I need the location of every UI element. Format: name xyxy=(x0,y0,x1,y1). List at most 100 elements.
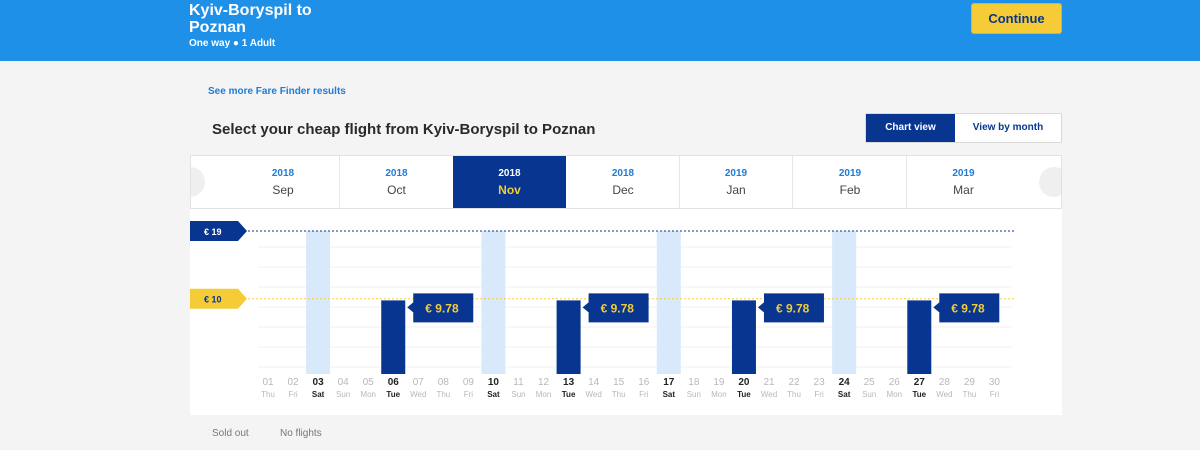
day-number: 26 xyxy=(889,377,901,388)
next-month-arrow[interactable] xyxy=(1039,167,1061,197)
day-number: 02 xyxy=(287,377,299,388)
day-weekday: Thu xyxy=(787,390,801,399)
price-tooltip-label: € 9.78 xyxy=(776,301,810,315)
max-price-label: € 19 xyxy=(204,227,222,237)
view-toggle: Chart view View by month xyxy=(865,113,1062,143)
month-tab-feb[interactable]: 2019 Feb xyxy=(794,156,907,208)
day-weekday: Sat xyxy=(487,390,500,399)
fare-bar xyxy=(907,300,932,374)
chart-view-button[interactable]: Chart view xyxy=(866,114,955,142)
month-name: Nov xyxy=(498,183,521,197)
fare-bar xyxy=(731,300,756,374)
avg-price-label: € 10 xyxy=(204,295,222,305)
month-selector: 2018 Sep 2018 Oct 2018 Nov 2018 Dec 2019… xyxy=(190,155,1062,209)
fare-bar xyxy=(381,300,406,374)
month-tab-sep[interactable]: 2018 Sep xyxy=(227,156,340,208)
day-number: 05 xyxy=(363,377,375,388)
day-number: 12 xyxy=(538,377,550,388)
day-number: 09 xyxy=(463,377,475,388)
day-number: 29 xyxy=(964,377,976,388)
month-year: 2018 xyxy=(611,168,635,179)
day-number: 28 xyxy=(939,377,951,388)
day-number: 15 xyxy=(613,377,625,388)
month-name: Dec xyxy=(612,183,634,197)
day-weekday: Sun xyxy=(511,390,525,399)
month-name: Mar xyxy=(953,183,974,197)
day-weekday: Sun xyxy=(687,390,701,399)
day-weekday: Mon xyxy=(886,390,902,399)
fare-bar xyxy=(556,300,581,374)
day-weekday: Mon xyxy=(360,390,376,399)
day-weekday: Fri xyxy=(464,390,474,399)
day-number: 23 xyxy=(814,377,826,388)
day-number: 19 xyxy=(713,377,725,388)
sold-out-bar xyxy=(306,231,331,374)
day-number: 22 xyxy=(788,377,800,388)
continue-button[interactable]: Continue xyxy=(971,3,1062,34)
fare-finder-link[interactable]: See more Fare Finder results xyxy=(208,86,346,97)
route-title: Kyiv-Boryspil to Poznan xyxy=(189,2,312,36)
day-weekday: Sun xyxy=(862,390,876,399)
day-weekday: Sat xyxy=(663,390,676,399)
day-weekday: Wed xyxy=(410,390,426,399)
day-weekday: Tue xyxy=(912,390,926,399)
previous-month-arrow[interactable] xyxy=(191,167,205,197)
page-title: Select your cheap flight from Kyiv-Borys… xyxy=(212,121,596,138)
month-name: Sep xyxy=(272,183,294,197)
day-number: 27 xyxy=(914,377,926,388)
day-weekday: Wed xyxy=(585,390,601,399)
day-number: 16 xyxy=(638,377,650,388)
day-weekday: Thu xyxy=(612,390,626,399)
day-weekday: Mon xyxy=(536,390,552,399)
trip-summary: One way ● 1 Adult xyxy=(189,38,275,49)
month-year: 2019 xyxy=(838,168,862,179)
passenger-count: 1 Adult xyxy=(241,38,276,49)
day-number: 30 xyxy=(989,377,1001,388)
trip-type: One way xyxy=(189,38,231,49)
day-weekday: Sun xyxy=(336,390,350,399)
month-name: Oct xyxy=(387,183,406,197)
day-number: 20 xyxy=(738,377,750,388)
month-tab-dec[interactable]: 2018 Dec xyxy=(567,156,680,208)
day-number: 17 xyxy=(663,377,675,388)
day-number: 10 xyxy=(488,377,500,388)
app-header: Kyiv-Boryspil to Poznan One way ● 1 Adul… xyxy=(0,0,1200,61)
day-number: 25 xyxy=(864,377,876,388)
legend-no-flights: No flights xyxy=(280,428,322,439)
month-tab-nov[interactable]: 2018 Nov xyxy=(453,156,566,208)
month-year: 2018 xyxy=(385,168,408,179)
month-tab-oct[interactable]: 2018 Oct xyxy=(340,156,453,208)
day-weekday: Thu xyxy=(436,390,450,399)
day-number: 07 xyxy=(413,377,425,388)
day-weekday: Thu xyxy=(261,390,275,399)
day-number: 21 xyxy=(763,377,775,388)
day-weekday: Sat xyxy=(838,390,851,399)
fare-chart-svg: € 19 € 10 € 9.78 € 9.78 € 9.78 € 9.78 01 Thu 02 F… xyxy=(190,221,1016,399)
day-weekday: Wed xyxy=(936,390,952,399)
day-weekday: Mon xyxy=(711,390,727,399)
price-tooltip-label: € 9.78 xyxy=(425,301,459,315)
day-weekday: Tue xyxy=(386,390,400,399)
month-tab-jan[interactable]: 2019 Jan xyxy=(680,156,793,208)
price-tooltip-label: € 9.78 xyxy=(601,301,635,315)
day-weekday: Fri xyxy=(639,390,649,399)
legend-sold-out: Sold out xyxy=(212,428,249,439)
month-tab-mar[interactable]: 2019 Mar xyxy=(907,156,1020,208)
month-name: Feb xyxy=(839,183,861,197)
day-number: 08 xyxy=(438,377,450,388)
view-by-month-button[interactable]: View by month xyxy=(955,114,1061,142)
sold-out-bar xyxy=(832,231,857,374)
day-weekday: Wed xyxy=(761,390,777,399)
month-name: Jan xyxy=(726,183,746,197)
day-weekday: Fri xyxy=(814,390,824,399)
sold-out-bar xyxy=(656,231,681,374)
sold-out-bar xyxy=(481,231,506,374)
day-number: 24 xyxy=(839,377,851,388)
month-year: 2018 xyxy=(498,168,521,179)
day-number: 06 xyxy=(388,377,400,388)
month-year: 2018 xyxy=(271,168,295,179)
day-number: 11 xyxy=(513,377,524,388)
day-weekday: Fri xyxy=(990,390,1000,399)
month-year: 2019 xyxy=(724,168,748,179)
day-number: 18 xyxy=(688,377,700,388)
